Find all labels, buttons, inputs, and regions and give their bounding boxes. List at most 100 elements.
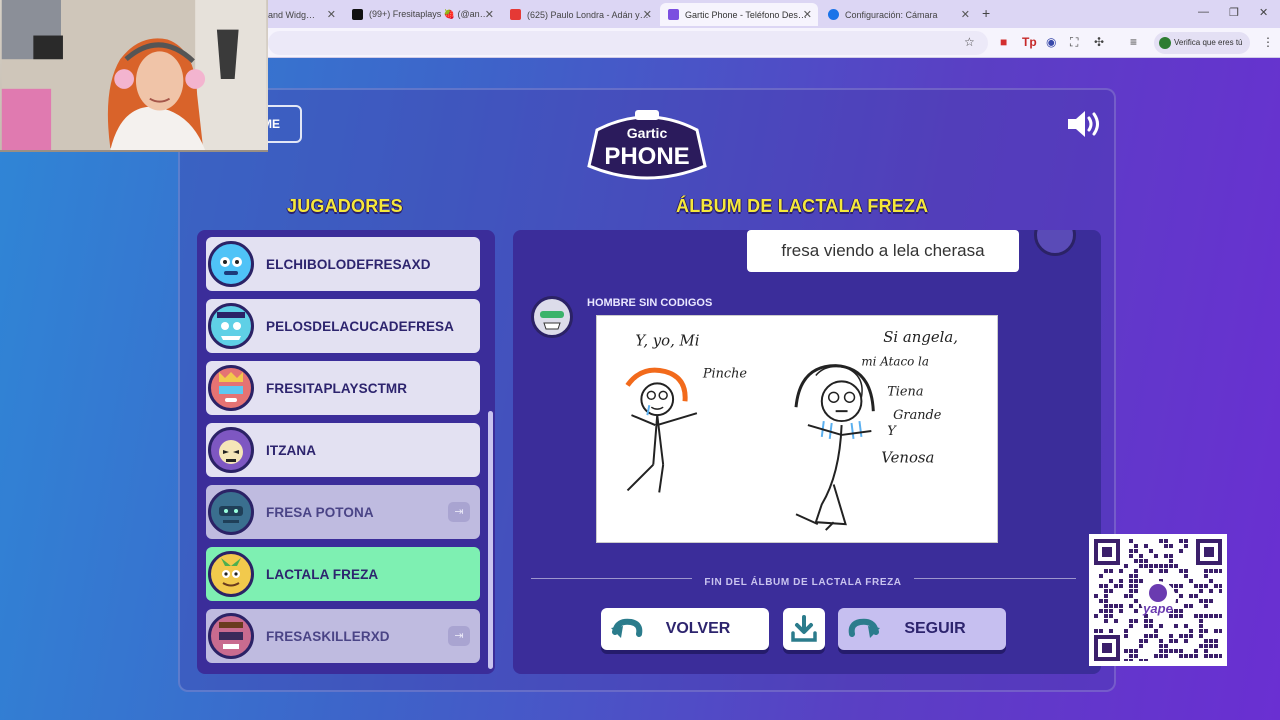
close-icon[interactable]: ✕	[485, 8, 494, 21]
qr-module	[1124, 659, 1128, 663]
album-panel: fresa viendo a lela cherasa HOMBRE SIN C…	[513, 230, 1101, 674]
qr-module	[1114, 619, 1118, 623]
qr-module	[1129, 594, 1133, 598]
restore-icon[interactable]: ❐	[1229, 6, 1239, 19]
player-avatar	[208, 241, 254, 287]
extension-icon[interactable]: ◉	[1046, 35, 1056, 49]
qr-module	[1124, 564, 1128, 568]
qr-module	[1154, 554, 1158, 558]
qr-module	[1184, 539, 1188, 543]
close-icon[interactable]: ✕	[961, 8, 970, 21]
address-bar[interactable]	[268, 31, 988, 55]
minimize-icon[interactable]: —	[1198, 6, 1209, 18]
qr-module	[1099, 584, 1103, 588]
qr-module	[1209, 644, 1213, 648]
close-icon[interactable]: ✕	[327, 8, 336, 21]
player-name: ELCHIBOLODEFRESAXD	[266, 256, 431, 272]
continue-button[interactable]: SEGUIR	[838, 608, 1006, 650]
qr-module	[1199, 619, 1203, 623]
qr-module	[1184, 654, 1188, 658]
new-tab-plus-icon[interactable]: +	[982, 5, 990, 21]
qr-module	[1134, 569, 1138, 573]
browser-tab-active[interactable]: Gartic Phone - Teléfono Descor ✕	[660, 3, 818, 26]
player-card-selected: LACTALA FREZA	[206, 547, 480, 601]
kebab-menu-icon[interactable]: ⋮	[1262, 35, 1274, 49]
qr-module	[1204, 574, 1208, 578]
qr-module	[1174, 614, 1178, 618]
players-scrollbar[interactable]	[488, 411, 493, 669]
close-icon[interactable]: ✕	[803, 8, 812, 21]
browser-tab[interactable]: (625) Paulo Londra - Adán y Eva ✕	[502, 3, 658, 26]
qr-module	[1129, 579, 1133, 583]
qr-module	[1214, 629, 1218, 633]
qr-module	[1199, 629, 1203, 633]
bookmark-star-icon[interactable]: ☆	[964, 35, 975, 49]
player-name: ITZANA	[266, 442, 317, 458]
download-icon	[791, 615, 817, 642]
qr-module	[1179, 584, 1183, 588]
qr-module	[1174, 624, 1178, 628]
qr-module	[1154, 629, 1158, 633]
qr-module	[1094, 629, 1098, 633]
tiktok-icon	[352, 9, 363, 20]
qr-module	[1129, 604, 1133, 608]
qr-module	[1119, 579, 1123, 583]
qr-module	[1209, 599, 1213, 603]
screenshot-icon[interactable]: ⛶	[1070, 35, 1078, 50]
qr-module	[1189, 634, 1193, 638]
player-avatar	[208, 613, 254, 659]
qr-module	[1159, 639, 1163, 643]
qr-module	[1134, 579, 1138, 583]
qr-module	[1204, 604, 1208, 608]
qr-module	[1104, 604, 1108, 608]
speaker-icon[interactable]	[1066, 108, 1102, 140]
qr-module	[1214, 639, 1218, 643]
qr-module	[1209, 654, 1213, 658]
qr-module	[1204, 569, 1208, 573]
window-close-icon[interactable]: ✕	[1259, 6, 1268, 19]
qr-module	[1164, 544, 1168, 548]
qr-module	[1164, 644, 1168, 648]
qr-module	[1184, 634, 1188, 638]
back-button[interactable]: VOLVER	[601, 608, 769, 650]
qr-module	[1189, 604, 1193, 608]
qr-module	[1134, 549, 1138, 553]
drawing-text: Y	[887, 424, 897, 439]
players-list[interactable]: ELCHIBOLODEFRESAXD PELOSDELACUCADEFRESA …	[197, 230, 495, 674]
qr-module	[1109, 609, 1113, 613]
reading-list-icon[interactable]: ≡	[1130, 35, 1137, 49]
qr-module	[1129, 584, 1133, 588]
qr-module	[1134, 609, 1138, 613]
qr-module	[1149, 634, 1153, 638]
qr-module	[1104, 609, 1108, 613]
close-icon[interactable]: ✕	[643, 8, 652, 21]
qr-module	[1134, 649, 1138, 653]
download-button[interactable]	[783, 608, 825, 650]
qr-module	[1139, 639, 1143, 643]
qr-module	[1104, 584, 1108, 588]
qr-module	[1129, 659, 1133, 663]
qr-module	[1174, 609, 1178, 613]
browser-tab[interactable]: (99+) Fresitaplays 🍓 (@angela ✕	[344, 3, 500, 26]
qr-module	[1204, 584, 1208, 588]
author-avatar	[531, 296, 573, 338]
qr-module	[1134, 584, 1138, 588]
qr-module	[1124, 634, 1128, 638]
qr-module	[1194, 614, 1198, 618]
extension-icon[interactable]: ■	[1000, 35, 1007, 49]
qr-module	[1184, 639, 1188, 643]
browser-tab[interactable]: and Widgets ✕	[260, 3, 342, 26]
qr-module	[1189, 654, 1193, 658]
qr-module	[1169, 564, 1173, 568]
qr-module	[1134, 589, 1138, 593]
browser-tab[interactable]: Configuración: Cámara ✕	[820, 3, 976, 26]
gartic-favicon-icon	[668, 9, 679, 20]
qr-module	[1144, 544, 1148, 548]
profile-chip[interactable]: Verifica que eres tú	[1154, 32, 1251, 54]
qr-module	[1194, 654, 1198, 658]
puzzle-extensions-icon[interactable]: ✣	[1094, 35, 1104, 49]
qr-module	[1214, 569, 1218, 573]
qr-module	[1179, 549, 1183, 553]
qr-module	[1169, 634, 1173, 638]
extension-icon[interactable]: Tp	[1022, 35, 1037, 49]
